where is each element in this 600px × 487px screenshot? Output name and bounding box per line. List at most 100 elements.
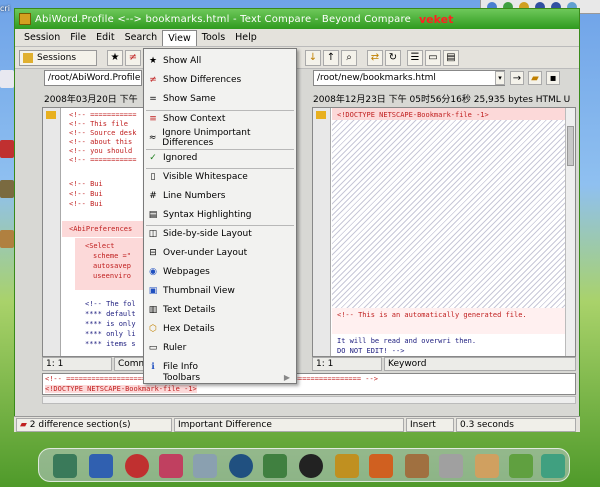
right-vertical-scrollbar[interactable] bbox=[565, 108, 575, 356]
dock-photo-icon[interactable] bbox=[53, 454, 77, 478]
view-over-under[interactable]: ⊟ Over-under Layout bbox=[144, 243, 296, 262]
show-diff-toolbar-icon[interactable]: ≠ bbox=[125, 50, 141, 66]
view-menu-dropdown: ★ Show All ≠ Show Differences = Show Same ≡… bbox=[143, 48, 297, 384]
title-overlay-text: veket bbox=[418, 12, 454, 26]
left-file-info: 2008年03月20日 下午 bbox=[44, 95, 138, 105]
menu-search[interactable]: Search bbox=[120, 30, 163, 45]
window-title: AbiWord.Profile <--> bookmarks.html - Te… bbox=[35, 13, 411, 25]
menu-tools[interactable]: Tools bbox=[197, 30, 230, 45]
left-code-line: <!-- The fol bbox=[85, 300, 136, 308]
desktop-icon-app[interactable] bbox=[0, 140, 14, 158]
desktop-icon-document[interactable] bbox=[0, 70, 14, 88]
dock-paint-icon[interactable] bbox=[405, 454, 429, 478]
right-open-folder-icon[interactable]: ▰ bbox=[528, 71, 542, 85]
next-diff-arrow-icon[interactable]: ↓ bbox=[305, 50, 321, 66]
view-ignore-unimportant[interactable]: ≈ Ignore Unimportant Differences bbox=[144, 128, 296, 148]
dock-people-icon[interactable] bbox=[263, 454, 287, 478]
thumbnail-icon: ▣ bbox=[148, 285, 158, 296]
left-code-line: **** is only bbox=[85, 320, 136, 328]
check-icon: ✓ bbox=[149, 152, 157, 163]
menu-edit[interactable]: Edit bbox=[91, 30, 119, 45]
view-toolbars[interactable]: Toolbars ▶ bbox=[144, 368, 296, 387]
binoculars-icon[interactable]: ⌕ bbox=[341, 50, 357, 66]
desktop-icon-animal-2[interactable] bbox=[0, 230, 14, 248]
swap-icon[interactable]: ⇄ bbox=[367, 50, 383, 66]
view-show-context[interactable]: ≡ Show Context bbox=[144, 109, 296, 128]
options-icon[interactable]: ☰ bbox=[407, 50, 423, 66]
show-all-toolbar-icon[interactable]: ★ bbox=[107, 50, 123, 66]
left-code-line: <Select bbox=[85, 242, 115, 250]
dock-help-icon[interactable] bbox=[509, 454, 533, 478]
left-path-input[interactable]: /root/AbiWord.Profile bbox=[44, 70, 142, 86]
view-side-by-side[interactable]: ◫ Side-by-side Layout bbox=[144, 224, 296, 243]
view-show-all[interactable]: ★ Show All bbox=[144, 51, 296, 70]
dock-music-icon[interactable] bbox=[229, 454, 253, 478]
window-titlebar[interactable]: AbiWord.Profile <--> bookmarks.html - Te… bbox=[15, 9, 579, 29]
scroll-thumb[interactable] bbox=[567, 126, 574, 166]
left-code-line: **** default bbox=[85, 310, 136, 318]
right-path-input[interactable]: /root/new/bookmarks.html bbox=[313, 70, 505, 86]
menu-item-label: Webpages bbox=[163, 266, 210, 277]
menu-item-label: Show Context bbox=[163, 113, 226, 124]
view-hex-details[interactable]: ⬡ Hex Details bbox=[144, 319, 296, 338]
right-text-pane[interactable]: <!DOCTYPE NETSCAPE-Bookmark-file -1> <!-… bbox=[312, 107, 576, 357]
right-path-dropdown-icon[interactable]: ▾ bbox=[495, 71, 505, 85]
sessions-icon bbox=[23, 53, 33, 63]
diff-count-status: ▰ 2 difference section(s) bbox=[16, 418, 172, 432]
dock-editor-icon[interactable] bbox=[193, 454, 217, 478]
dock-image-icon[interactable] bbox=[369, 454, 393, 478]
right-gutter bbox=[313, 108, 331, 356]
view-thumbnail[interactable]: ▣ Thumbnail View bbox=[144, 281, 296, 300]
dock-settings-icon[interactable] bbox=[541, 454, 565, 478]
diff-marker-icon bbox=[316, 111, 326, 119]
dock-monitor-icon[interactable] bbox=[89, 454, 113, 478]
dock-penguin-icon[interactable] bbox=[299, 454, 323, 478]
line-compare-pane[interactable]: <!-- ===================================… bbox=[42, 373, 576, 395]
desktop-label: cri bbox=[0, 4, 10, 13]
submenu-arrow-icon: ▶ bbox=[283, 373, 290, 382]
info-toolbar-icon[interactable]: ▤ bbox=[443, 50, 459, 66]
menu-item-label: Show All bbox=[163, 55, 202, 66]
refresh-icon[interactable]: ↻ bbox=[385, 50, 401, 66]
view-text-details[interactable]: ▥ Text Details bbox=[144, 300, 296, 319]
view-ruler[interactable]: ▭ Ruler bbox=[144, 338, 296, 357]
menu-session[interactable]: Session bbox=[19, 30, 65, 45]
view-visible-whitespace[interactable]: ▯ Visible Whitespace bbox=[144, 167, 296, 186]
left-code-line: autosavep bbox=[93, 262, 131, 270]
menu-item-label: Ruler bbox=[163, 342, 187, 353]
prev-diff-arrow-icon[interactable]: ↑ bbox=[323, 50, 339, 66]
compare-horizontal-scrollbar[interactable] bbox=[42, 396, 576, 404]
right-save-icon[interactable]: ▪ bbox=[546, 71, 560, 85]
menu-item-label: Syntax Highlighting bbox=[163, 209, 252, 220]
left-code-line: <!-- Bui bbox=[69, 200, 103, 208]
left-code-line: **** only li bbox=[85, 330, 136, 338]
view-webpages[interactable]: ◉ Webpages bbox=[144, 262, 296, 281]
left-code-line: <!-- This file bbox=[69, 120, 129, 128]
menu-file[interactable]: File bbox=[65, 30, 91, 45]
diff-icon: ≠ bbox=[149, 74, 157, 85]
menu-help[interactable]: Help bbox=[230, 30, 262, 45]
dock-usb-icon[interactable] bbox=[439, 454, 463, 478]
side-by-side-icon: ◫ bbox=[148, 228, 158, 239]
view-show-same[interactable]: = Show Same bbox=[144, 89, 296, 108]
view-ignored[interactable]: ✓ Ignored bbox=[144, 148, 296, 167]
dock-player-icon[interactable] bbox=[125, 454, 149, 478]
left-code-line: useenviro bbox=[93, 272, 131, 280]
desktop-icon-animal[interactable] bbox=[0, 180, 14, 198]
dock-folder-icon[interactable] bbox=[335, 454, 359, 478]
right-cursor-position: 1: 1 bbox=[312, 357, 382, 371]
diff-marker-icon bbox=[46, 111, 56, 119]
layout-icon[interactable]: ▭ bbox=[425, 50, 441, 66]
right-go-icon[interactable]: → bbox=[510, 71, 524, 85]
menu-item-label: Hex Details bbox=[163, 323, 215, 334]
right-file-info: 2008年12月23日 下午 05时56分16秒 25,935 bytes HT… bbox=[313, 95, 571, 105]
view-line-numbers[interactable]: # Line Numbers bbox=[144, 186, 296, 205]
menu-item-label: Toolbars bbox=[163, 372, 201, 383]
sessions-button[interactable]: Sessions bbox=[19, 50, 97, 66]
view-show-differences[interactable]: ≠ Show Differences bbox=[144, 70, 296, 89]
toolbar: Sessions ★ ≠ ↓ ↑ ⌕ ⇄ ↻ ☰ ▭ ▤ bbox=[15, 47, 579, 69]
dock-pig-icon[interactable] bbox=[159, 454, 183, 478]
view-syntax-highlighting[interactable]: ▤ Syntax Highlighting bbox=[144, 205, 296, 224]
menu-view[interactable]: View bbox=[162, 29, 197, 46]
dock-calendar-icon[interactable] bbox=[475, 454, 499, 478]
